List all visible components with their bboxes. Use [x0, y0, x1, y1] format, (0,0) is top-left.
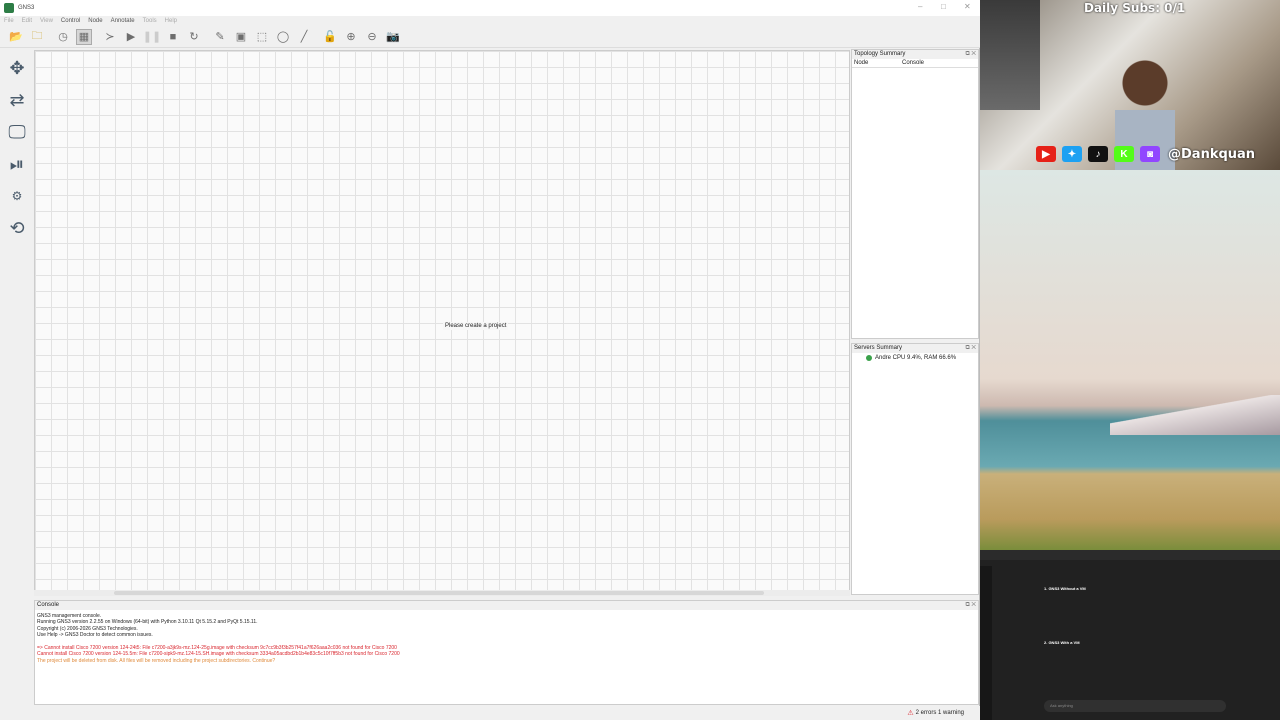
minimize-button[interactable]: –: [918, 2, 922, 11]
streamer-handle: @Dankquan: [1168, 146, 1256, 162]
youtube-icon: ▶: [1036, 146, 1056, 162]
server-row[interactable]: Andre CPU 9.4%, RAM 66.6%: [866, 355, 956, 361]
servers-summary-title: Servers Summary: [852, 344, 978, 353]
twitter-icon: ✦: [1062, 146, 1082, 162]
dock-float-close-icons[interactable]: ⧉ ✕: [965, 345, 976, 352]
social-links: ▶ ✦ ♪ K ◙ @Dankquan: [1036, 146, 1255, 162]
draw-line-icon[interactable]: ╱: [296, 29, 312, 45]
console-line: The project will be deleted from disk. A…: [37, 657, 276, 664]
servers-summary-panel: Servers Summary ⧉ ✕ Andre CPU 9.4%, RAM …: [851, 343, 979, 595]
browser-tabs: [980, 550, 1280, 560]
gns3-window: GNS3 – □ ✕ File Edit View Control Node A…: [0, 0, 980, 720]
stop-all-icon[interactable]: ■: [165, 29, 181, 45]
show-interface-labels-icon[interactable]: ▦: [76, 28, 92, 45]
stream-overlay: Daily Subs: 0/1 ▶ ✦ ♪ K ◙ @Dankquan 1. GNS3 W…: [980, 0, 1280, 720]
desktop-wallpaper: [980, 170, 1280, 550]
create-project-hint: Please create a project: [443, 322, 509, 330]
open-project-icon[interactable]: 📂: [8, 29, 24, 45]
kick-icon: K: [1114, 146, 1134, 162]
screenshot-icon[interactable]: 📷: [385, 29, 401, 45]
server-label: Andre CPU 9.4%, RAM 66.6%: [875, 355, 957, 361]
status-messages[interactable]: ⚠ 2 errors 1 warning: [907, 709, 964, 717]
console-title: Console: [35, 601, 978, 610]
console-output[interactable]: GNS3 management console. Running GNS3 ver…: [37, 613, 976, 702]
gns3-app-icon: [4, 3, 14, 13]
chat-heading-1: 1. GNS3 Without a VM: [1044, 586, 1086, 591]
scrollbar-thumb[interactable]: [114, 591, 764, 595]
tiktok-icon: ♪: [1088, 146, 1108, 162]
topology-summary-title: Topology Summary: [852, 50, 978, 59]
menu-view[interactable]: View: [40, 18, 53, 24]
switches-icon[interactable]: ⇄: [5, 88, 29, 112]
start-all-icon[interactable]: ▶: [123, 29, 139, 45]
chat-window: 1. GNS3 Without a VM 2. GNS3 With a VM A…: [980, 550, 1280, 720]
toolbar: 📂 🗀 ◷ ▦ ≻ ▶ ❚❚ ■ ↻ ✎ ▣ ⬚ ◯ ╱ 🔓 ⊕ ⊖ 📷: [0, 26, 980, 48]
dock-float-close-icons[interactable]: ⧉ ✕: [965, 51, 976, 58]
menu-file[interactable]: File: [4, 18, 14, 24]
chat-heading-2: 2. GNS3 With a VM: [1044, 640, 1080, 645]
console-panel: Console ⧉ ✕ GNS3 management console. Runn…: [34, 600, 979, 705]
warning-icon: ⚠: [907, 710, 914, 717]
close-button[interactable]: ✕: [964, 2, 971, 11]
column-console: Console: [902, 60, 925, 66]
wall-art: [980, 0, 1040, 110]
open-folder-icon[interactable]: 🗀: [29, 29, 45, 45]
zoom-out-icon[interactable]: ⊖: [364, 29, 380, 45]
maximize-button[interactable]: □: [941, 2, 946, 11]
snapshot-icon[interactable]: ◷: [55, 29, 71, 45]
suspend-all-icon[interactable]: ❚❚: [143, 29, 161, 45]
canvas-horizontal-scrollbar[interactable]: [34, 590, 850, 596]
add-note-icon[interactable]: ✎: [212, 29, 228, 45]
title-bar: GNS3 – □ ✕: [0, 0, 980, 16]
menu-edit[interactable]: Edit: [22, 18, 32, 24]
draw-rectangle-icon[interactable]: ⬚: [254, 29, 270, 45]
menu-control[interactable]: Control: [61, 18, 80, 24]
insert-picture-icon[interactable]: ▣: [233, 29, 249, 45]
status-bar: ⚠ 2 errors 1 warning: [0, 706, 980, 720]
security-devices-icon[interactable]: ⏯: [5, 152, 29, 176]
add-link-icon[interactable]: ⟲: [5, 216, 29, 240]
wallpaper-mountain: [1110, 395, 1280, 435]
lock-unlock-icon[interactable]: 🔓: [322, 29, 338, 45]
routers-icon[interactable]: ✥: [5, 56, 29, 80]
server-status-icon: [866, 355, 872, 361]
topology-summary-header: Node Console: [852, 60, 978, 68]
topology-canvas[interactable]: Please create a project: [34, 50, 850, 596]
column-node: Node: [854, 60, 869, 66]
menu-annotate[interactable]: Annotate: [111, 18, 135, 24]
chat-content: 1. GNS3 Without a VM 2. GNS3 With a VM: [1044, 586, 1224, 646]
daily-subs-counter: Daily Subs: 0/1: [1084, 1, 1186, 15]
menu-tools[interactable]: Tools: [143, 18, 157, 24]
chat-sidebar: [980, 566, 992, 720]
node-types-bar: ✥ ⇄ 🖵 ⏯ ⚙ ⟲: [0, 50, 34, 600]
reload-all-icon[interactable]: ↻: [186, 29, 202, 45]
chat-input[interactable]: Ask anything: [1044, 700, 1226, 712]
menu-help[interactable]: Help: [165, 18, 177, 24]
dock-float-close-icons[interactable]: ⧉ ✕: [965, 602, 976, 609]
draw-ellipse-icon[interactable]: ◯: [275, 29, 291, 45]
menu-node[interactable]: Node: [88, 18, 102, 24]
twitch-icon: ◙: [1140, 146, 1160, 162]
console-all-icon[interactable]: ≻: [102, 29, 118, 45]
topology-summary-panel: Topology Summary ⧉ ✕ Node Console: [851, 49, 979, 339]
all-devices-icon[interactable]: ⚙: [5, 184, 29, 208]
window-title: GNS3: [18, 5, 35, 11]
menu-bar: File Edit View Control Node Annotate Too…: [0, 16, 980, 26]
end-devices-icon[interactable]: 🖵: [5, 120, 29, 144]
status-text: 2 errors 1 warning: [915, 710, 964, 716]
zoom-in-icon[interactable]: ⊕: [343, 29, 359, 45]
webcam-feed: Daily Subs: 0/1 ▶ ✦ ♪ K ◙ @Dankquan: [980, 0, 1280, 170]
